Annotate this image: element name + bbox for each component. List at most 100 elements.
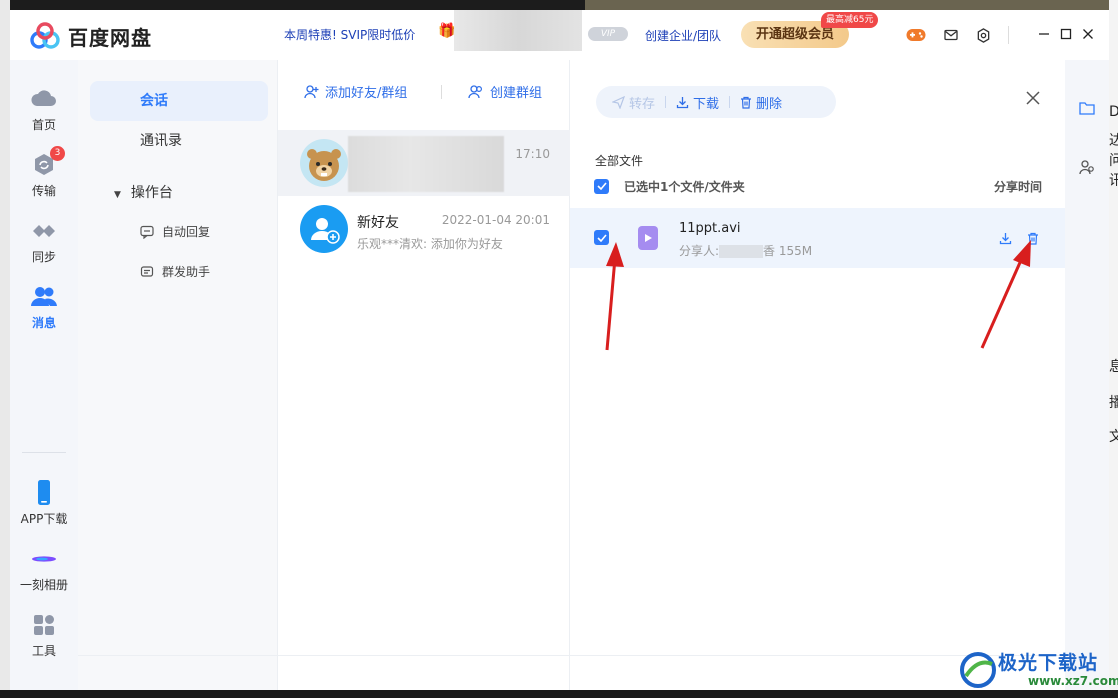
app-logo-icon — [30, 22, 60, 49]
add-user-icon — [304, 85, 319, 99]
vip-level-badge[interactable]: VIP — [588, 27, 628, 41]
avatar — [300, 139, 348, 187]
main-nav: 首页 3 传输 同步 消息 APP下载 一刻相册 工具 — [10, 60, 78, 690]
blurred-username[interactable] — [454, 10, 582, 51]
subnav-auto-reply[interactable]: 自动回复 — [140, 223, 210, 240]
group-icon — [468, 85, 483, 99]
nav-label-tools: 工具 — [31, 644, 56, 658]
nav-item-app-download[interactable]: APP下载 — [10, 478, 78, 527]
create-group-button[interactable]: 创建群组 — [468, 82, 542, 101]
delete-button[interactable]: 删除 — [740, 93, 782, 112]
svip-promo-link[interactable]: 本周特惠! SVIP限时低价 — [284, 26, 415, 43]
subnav-console[interactable]: ▼ 操作台 — [114, 182, 173, 202]
download-button[interactable]: 下载 — [676, 93, 719, 112]
settings-icon[interactable] — [972, 24, 994, 46]
subnav-console-label: 操作台 — [130, 185, 173, 201]
site-watermark: 极光下载站 www.xz7.com — [958, 646, 1118, 694]
tools-icon — [29, 610, 59, 640]
row-delete-button[interactable] — [1025, 230, 1041, 246]
desktop-backdrop-bottom — [0, 690, 1118, 698]
desktop-backdrop-right: D 达 问 讯 息 播 文 — [1109, 0, 1118, 698]
subnav-chat[interactable]: 会话 — [90, 81, 268, 121]
close-panel-button[interactable] — [1025, 90, 1041, 109]
folder-icon[interactable] — [1077, 98, 1097, 118]
file-name[interactable]: 11ppt.avi — [679, 221, 741, 236]
right-tool-strip — [1065, 60, 1109, 690]
file-toolbar: 转存 下载 删除 — [596, 86, 836, 118]
conversation-item[interactable]: 17:10 — [278, 130, 570, 196]
mail-icon[interactable] — [940, 24, 962, 46]
background-text-fragment: 达 — [1109, 133, 1118, 149]
watermark-text: 极光下载站 — [998, 652, 1099, 674]
file-meta: 分享人: 香 155M — [679, 242, 812, 259]
video-file-icon — [638, 226, 658, 250]
desktop-backdrop-image — [585, 0, 1118, 10]
nav-item-tools[interactable]: 工具 — [10, 610, 78, 659]
add-friend-button[interactable]: 添加好友/群组 — [304, 82, 407, 101]
nav-label-transfer: 传输 — [31, 184, 56, 198]
conversation-item-new-friend[interactable]: 新好友 2022-01-04 20:01 乐观***清欢: 添加你为好友 — [278, 196, 570, 262]
minimize-button[interactable] — [1032, 22, 1056, 46]
background-text-fragment: 文 — [1109, 429, 1118, 445]
transfer-icon: 3 — [29, 146, 65, 180]
watermark-logo-icon — [960, 652, 996, 688]
download-label: 下载 — [693, 96, 720, 112]
check-icon — [596, 182, 607, 190]
baidu-netdisk-window: 百度网盘 本周特惠! SVIP限时低价 🎁 VIP 创建企业/团队 开通超级会员… — [10, 10, 1109, 690]
members-icon[interactable] — [1077, 157, 1097, 177]
sync-icon — [29, 216, 59, 246]
desktop-backdrop-left — [0, 0, 10, 698]
file-row[interactable]: 11ppt.avi 分享人: 香 155M — [570, 208, 1065, 268]
nav-divider — [22, 452, 66, 453]
background-text-fragment: 息 — [1109, 359, 1118, 375]
title-bar: 百度网盘 本周特惠! SVIP限时低价 🎁 VIP 创建企业/团队 开通超级会员… — [10, 10, 1109, 60]
nav-item-transfer[interactable]: 3 传输 — [10, 146, 78, 199]
nav-label-messages: 消息 — [31, 316, 56, 330]
file-checkbox[interactable] — [594, 230, 609, 245]
subnav-contacts[interactable]: 通讯录 — [90, 121, 268, 161]
subnav-mass-send[interactable]: 群发助手 — [140, 263, 210, 280]
background-text-fragment: 讯 — [1109, 173, 1118, 189]
gift-icon[interactable]: 🎁 — [438, 23, 455, 39]
conversation-preview: 乐观***清欢: 添加你为好友 — [357, 237, 503, 251]
titlebar-divider — [1008, 26, 1009, 44]
new-friend-avatar — [300, 205, 348, 253]
conversation-list: 添加好友/群组 创建群组 17:10 新好友 2022-01-04 20:01 … — [278, 60, 570, 690]
game-controller-icon[interactable] — [905, 24, 927, 46]
app-title: 百度网盘 — [68, 26, 152, 50]
nav-label-app-download: APP下载 — [20, 512, 68, 526]
add-friend-label: 添加好友/群组 — [325, 86, 408, 101]
download-icon — [676, 96, 689, 108]
breadcrumb[interactable]: 全部文件 — [595, 152, 643, 169]
background-text-fragment: D — [1109, 104, 1118, 120]
auto-reply-icon — [140, 225, 154, 239]
nav-item-home[interactable]: 首页 — [10, 84, 78, 133]
file-list-header: 已选中1个文件/文件夹 分享时间 — [594, 175, 1042, 197]
nav-item-album[interactable]: 一刻相册 — [10, 544, 78, 593]
cloud-icon — [29, 84, 59, 114]
nav-item-messages[interactable]: 消息 — [10, 282, 78, 331]
selection-summary: 已选中1个文件/文件夹 — [624, 179, 745, 194]
create-enterprise-link[interactable]: 创建企业/团队 — [645, 27, 721, 44]
nav-label-album: 一刻相册 — [19, 578, 68, 592]
background-text-fragment: 播 — [1109, 395, 1118, 411]
create-group-label: 创建群组 — [490, 86, 543, 101]
subnav-auto-reply-label: 自动回复 — [162, 225, 211, 239]
mass-send-icon — [140, 265, 154, 277]
column-share-time[interactable]: 分享时间 — [994, 178, 1042, 195]
conversation-time: 2022-01-04 20:01 — [441, 213, 550, 227]
transfer-count-badge: 3 — [50, 146, 65, 161]
close-window-button[interactable] — [1076, 22, 1100, 46]
blurred-contact-name — [348, 136, 504, 192]
file-size: 155M — [778, 244, 813, 258]
discount-tag: 最高减65元 — [821, 12, 879, 28]
maximize-button[interactable] — [1054, 22, 1078, 46]
select-all-checkbox[interactable] — [594, 178, 609, 194]
nav-item-sync[interactable]: 同步 — [10, 216, 78, 265]
footer-divider — [78, 655, 1065, 656]
row-download-button[interactable] — [997, 230, 1013, 246]
nav-label-home: 首页 — [31, 118, 56, 132]
save-to-disk-button[interactable]: 转存 — [612, 93, 655, 112]
blurred-sharer-name — [719, 245, 764, 258]
nav-label-sync: 同步 — [31, 250, 56, 264]
